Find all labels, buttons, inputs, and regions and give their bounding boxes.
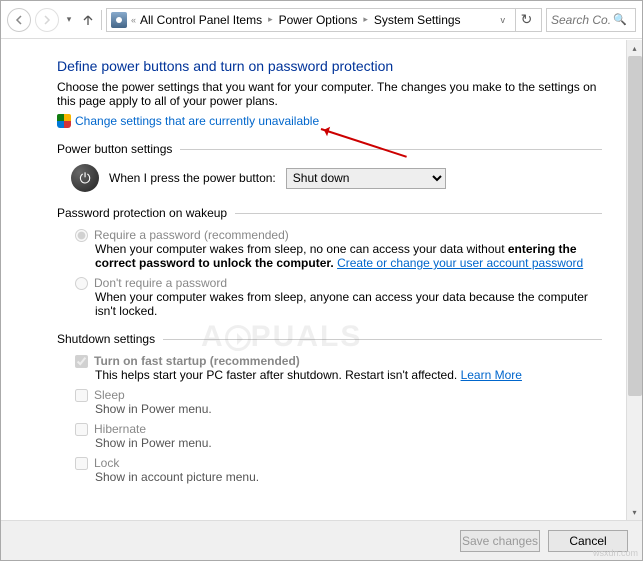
breadcrumb-segment[interactable]: System Settings — [374, 13, 461, 27]
no-password-label: Don't require a password — [94, 276, 227, 290]
require-password-description: When your computer wakes from sleep, no … — [95, 242, 602, 270]
hibernate-description: Show in Power menu. — [95, 436, 602, 450]
lock-description: Show in account picture menu. — [95, 470, 602, 484]
content-area: AA PUALSPUALS Define power buttons and t… — [1, 40, 642, 520]
page-description: Choose the power settings that you want … — [57, 80, 602, 108]
learn-more-link[interactable]: Learn More — [461, 368, 522, 382]
chevron-right-icon: ▸ — [266, 14, 275, 25]
shutdown-settings-section: Shutdown settings Turn on fast startup (… — [57, 332, 602, 484]
navigation-toolbar: ▾ « All Control Panel Items ▸ Power Opti… — [1, 1, 642, 39]
power-icon: ⏻ — [71, 164, 99, 192]
sleep-checkbox[interactable] — [75, 389, 88, 402]
no-password-radio[interactable] — [75, 277, 88, 290]
lock-label: Lock — [94, 456, 119, 470]
lock-checkbox[interactable] — [75, 457, 88, 470]
address-bar[interactable]: « All Control Panel Items ▸ Power Option… — [106, 8, 542, 32]
power-button-section: Power button settings ⏻ When I press the… — [57, 142, 602, 192]
power-button-label: When I press the power button: — [109, 171, 276, 185]
section-title: Shutdown settings — [57, 332, 155, 346]
dialog-footer: Save changes Cancel — [1, 520, 642, 560]
forward-button[interactable] — [35, 8, 59, 32]
address-dropdown-icon[interactable]: v — [497, 15, 510, 25]
change-settings-link[interactable]: Change settings that are currently unava… — [75, 114, 319, 128]
page-title: Define power buttons and turn on passwor… — [57, 58, 602, 74]
hibernate-checkbox[interactable] — [75, 423, 88, 436]
location-icon — [111, 12, 127, 28]
chevron-right-icon: ▸ — [361, 14, 370, 25]
recent-dropdown-icon[interactable]: ▾ — [63, 14, 75, 25]
search-input[interactable] — [551, 13, 611, 27]
require-password-radio[interactable] — [75, 229, 88, 242]
uac-shield-icon — [57, 114, 71, 128]
breadcrumb-segment[interactable]: Power Options — [279, 13, 358, 27]
section-title: Password protection on wakeup — [57, 206, 227, 220]
search-icon[interactable]: 🔍 — [613, 13, 627, 26]
separator — [101, 10, 102, 30]
fast-startup-description: This helps start your PC faster after sh… — [95, 368, 602, 382]
fast-startup-label: Turn on fast startup (recommended) — [94, 354, 300, 368]
require-password-label: Require a password (recommended) — [94, 228, 289, 242]
save-button[interactable]: Save changes — [460, 530, 540, 552]
hibernate-label: Hibernate — [94, 422, 146, 436]
fast-startup-checkbox[interactable] — [75, 355, 88, 368]
create-password-link[interactable]: Create or change your user account passw… — [337, 256, 583, 270]
breadcrumb-segment[interactable]: All Control Panel Items — [140, 13, 262, 27]
power-button-dropdown[interactable]: Shut down — [286, 168, 446, 189]
sleep-label: Sleep — [94, 388, 125, 402]
search-box[interactable]: 🔍 — [546, 8, 636, 32]
refresh-button[interactable]: ↻ — [515, 9, 537, 31]
password-protection-section: Password protection on wakeup Require a … — [57, 206, 602, 318]
overflow-chevron-icon[interactable]: « — [131, 15, 136, 25]
no-password-description: When your computer wakes from sleep, any… — [95, 290, 602, 318]
back-button[interactable] — [7, 8, 31, 32]
section-title: Power button settings — [57, 142, 172, 156]
sleep-description: Show in Power menu. — [95, 402, 602, 416]
source-watermark: wsxdn.com — [593, 548, 638, 558]
control-panel-window: ▾ « All Control Panel Items ▸ Power Opti… — [0, 0, 643, 561]
up-button[interactable] — [79, 9, 97, 31]
